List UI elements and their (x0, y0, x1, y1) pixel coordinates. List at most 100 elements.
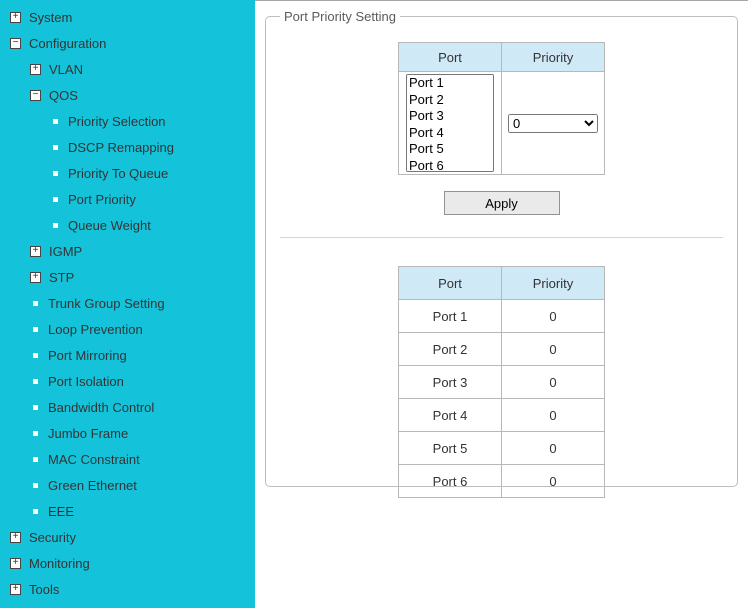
collapse-icon[interactable]: − (30, 90, 41, 101)
expand-icon[interactable]: + (10, 532, 21, 543)
sidebar-item-label: Trunk Group Setting (48, 296, 255, 311)
bullet-icon (33, 379, 38, 384)
sidebar-item-label: Loop Prevention (48, 322, 255, 337)
bullet-icon (33, 327, 38, 332)
port-priority-panel: Port Priority Setting Port Priority Port… (265, 9, 738, 487)
status-cell-port: Port 5 (399, 432, 502, 465)
table-row: Port 60 (399, 465, 605, 498)
app-root: + System − Configuration + VLAN − QOS Pr… (0, 0, 748, 608)
sidebar-item-system[interactable]: + System (0, 4, 255, 30)
sidebar-item-qos[interactable]: − QOS (0, 82, 255, 108)
expand-icon[interactable]: + (10, 12, 21, 23)
status-cell-priority: 0 (502, 333, 605, 366)
port-option[interactable]: Port 2 (407, 92, 493, 109)
sidebar-item-port-isolation[interactable]: Port Isolation (0, 368, 255, 394)
priority-select[interactable]: 01234567 (508, 114, 598, 133)
expand-icon[interactable]: + (10, 558, 21, 569)
bullet-icon (53, 119, 58, 124)
port-multiselect[interactable]: Port 1Port 2Port 3Port 4Port 5Port 6 (406, 74, 494, 172)
port-option[interactable]: Port 6 (407, 158, 493, 172)
bullet-icon (33, 483, 38, 488)
bullet-icon (33, 431, 38, 436)
sidebar-item-label: System (29, 10, 255, 25)
sidebar-item-label: DSCP Remapping (68, 140, 255, 155)
sidebar-item-label: Monitoring (29, 556, 255, 571)
sidebar-item-label: Priority Selection (68, 114, 255, 129)
sidebar-item-label: Bandwidth Control (48, 400, 255, 415)
divider (280, 237, 723, 238)
status-cell-port: Port 4 (399, 399, 502, 432)
table-row: Port 30 (399, 366, 605, 399)
bullet-icon (33, 353, 38, 358)
status-cell-port: Port 2 (399, 333, 502, 366)
sidebar-item-igmp[interactable]: + IGMP (0, 238, 255, 264)
sidebar-item-dscp-remapping[interactable]: DSCP Remapping (0, 134, 255, 160)
table-row: Port 20 (399, 333, 605, 366)
expand-icon[interactable]: + (10, 584, 21, 595)
sidebar-item-loop-prevention[interactable]: Loop Prevention (0, 316, 255, 342)
status-header-priority: Priority (502, 267, 605, 300)
sidebar-item-label: MAC Constraint (48, 452, 255, 467)
sidebar-item-port-priority[interactable]: Port Priority (0, 186, 255, 212)
sidebar-item-queue-weight[interactable]: Queue Weight (0, 212, 255, 238)
sidebar-item-security[interactable]: + Security (0, 524, 255, 550)
sidebar-item-bandwidth-control[interactable]: Bandwidth Control (0, 394, 255, 420)
status-table: Port Priority Port 10Port 20Port 30Port … (398, 266, 605, 498)
sidebar-item-tools[interactable]: + Tools (0, 576, 255, 602)
bullet-icon (33, 457, 38, 462)
header-port: Port (399, 43, 502, 72)
sidebar-item-port-mirroring[interactable]: Port Mirroring (0, 342, 255, 368)
sidebar-item-label: STP (49, 270, 255, 285)
sidebar-item-jumbo-frame[interactable]: Jumbo Frame (0, 420, 255, 446)
expand-icon[interactable]: + (30, 64, 41, 75)
sidebar-item-label: Configuration (29, 36, 255, 51)
expand-icon[interactable]: + (30, 272, 41, 283)
expand-icon[interactable]: + (30, 246, 41, 257)
sidebar-item-configuration[interactable]: − Configuration (0, 30, 255, 56)
port-option[interactable]: Port 4 (407, 125, 493, 142)
bullet-icon (33, 509, 38, 514)
sidebar-item-label: EEE (48, 504, 255, 519)
sidebar-item-label: Jumbo Frame (48, 426, 255, 441)
sidebar-item-label: Tools (29, 582, 255, 597)
status-cell-priority: 0 (502, 399, 605, 432)
collapse-icon[interactable]: − (10, 38, 21, 49)
port-option[interactable]: Port 3 (407, 108, 493, 125)
status-cell-priority: 0 (502, 300, 605, 333)
table-row: Port 40 (399, 399, 605, 432)
status-header-port: Port (399, 267, 502, 300)
port-option[interactable]: Port 5 (407, 141, 493, 158)
sidebar-item-label: VLAN (49, 62, 255, 77)
apply-button[interactable]: Apply (444, 191, 560, 215)
sidebar-item-label: Port Priority (68, 192, 255, 207)
sidebar-item-priority-to-queue[interactable]: Priority To Queue (0, 160, 255, 186)
bullet-icon (53, 197, 58, 202)
sidebar-item-stp[interactable]: + STP (0, 264, 255, 290)
sidebar-item-monitoring[interactable]: + Monitoring (0, 550, 255, 576)
bullet-icon (53, 171, 58, 176)
sidebar: + System − Configuration + VLAN − QOS Pr… (0, 0, 255, 608)
bullet-icon (53, 223, 58, 228)
sidebar-item-label: Port Mirroring (48, 348, 255, 363)
sidebar-item-label: Queue Weight (68, 218, 255, 233)
table-row: Port 50 (399, 432, 605, 465)
sidebar-item-label: QOS (49, 88, 255, 103)
sidebar-item-eee[interactable]: EEE (0, 498, 255, 524)
status-cell-priority: 0 (502, 432, 605, 465)
status-cell-port: Port 3 (399, 366, 502, 399)
status-cell-priority: 0 (502, 465, 605, 498)
sidebar-item-vlan[interactable]: + VLAN (0, 56, 255, 82)
status-cell-port: Port 1 (399, 300, 502, 333)
sidebar-item-trunk-group-setting[interactable]: Trunk Group Setting (0, 290, 255, 316)
sidebar-item-priority-selection[interactable]: Priority Selection (0, 108, 255, 134)
table-row: Port 10 (399, 300, 605, 333)
bullet-icon (33, 405, 38, 410)
port-option[interactable]: Port 1 (407, 75, 493, 92)
sidebar-item-label: Priority To Queue (68, 166, 255, 181)
sidebar-item-green-ethernet[interactable]: Green Ethernet (0, 472, 255, 498)
setting-table: Port Priority Port 1Port 2Port 3Port 4Po… (398, 42, 605, 175)
status-cell-priority: 0 (502, 366, 605, 399)
sidebar-item-mac-constraint[interactable]: MAC Constraint (0, 446, 255, 472)
sidebar-item-label: Port Isolation (48, 374, 255, 389)
main-content: Port Priority Setting Port Priority Port… (255, 0, 748, 608)
